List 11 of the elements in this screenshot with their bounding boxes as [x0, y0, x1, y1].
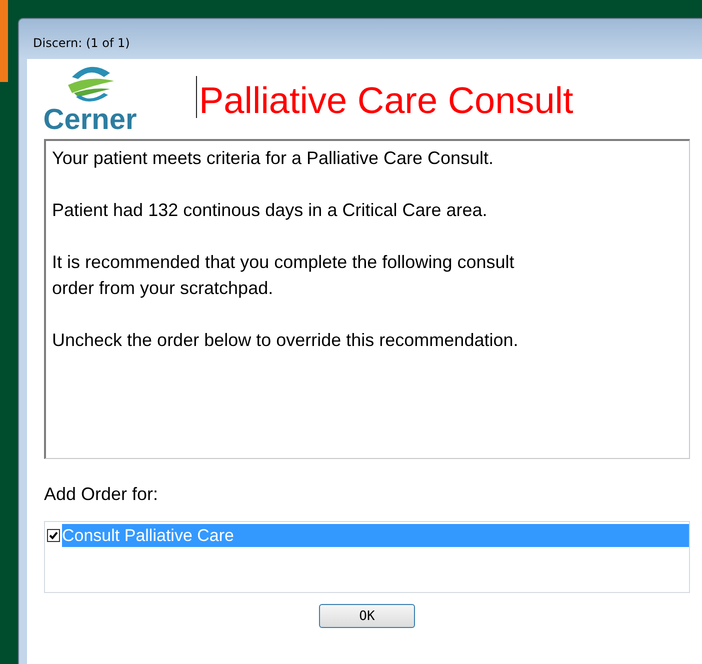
- ok-button[interactable]: OK: [319, 604, 415, 628]
- message-paragraph: Uncheck the order below to override this recommendation.: [52, 329, 520, 352]
- dialog-heading: Palliative Care Consult: [199, 80, 574, 122]
- message-paragraph: Your patient meets criteria for a Palliative Care Consult.: [52, 147, 495, 170]
- logo-text: Cerner: [43, 105, 137, 135]
- checkbox[interactable]: [47, 529, 60, 542]
- message-paragraph: It is recommended that you complete the following consult order from your scratchpad.: [52, 251, 516, 300]
- message-paragraph: Patient had 132 continous days in a Critical Care area.: [52, 199, 488, 222]
- text-cursor: [196, 76, 197, 118]
- window-title: Discern: (1 of 1): [32, 35, 131, 52]
- orders-label: Add Order for:: [44, 484, 160, 505]
